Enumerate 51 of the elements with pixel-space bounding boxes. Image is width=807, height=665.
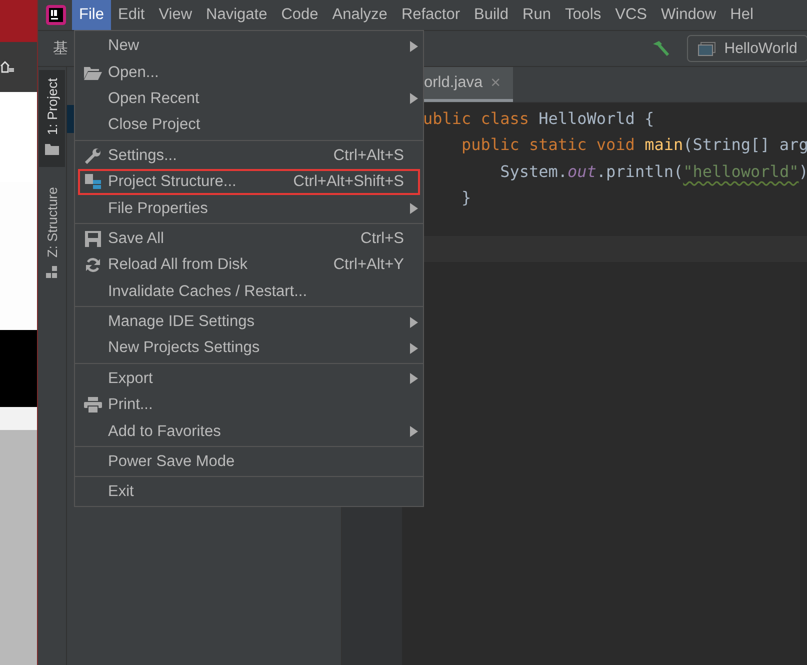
menu-item[interactable]: Settings... Ctrl+Alt+S: [78, 142, 420, 169]
tool-window-tab[interactable]: Z: Structure: [39, 179, 65, 290]
menu-bar-item[interactable]: Navigate: [199, 0, 274, 30]
folder-icon: [45, 143, 59, 156]
code-line: public static void main(String[] arg: [460, 134, 807, 156]
menu-item[interactable]: File Properties: [78, 195, 420, 222]
code-line: ublic class HelloWorld {: [423, 108, 656, 130]
menu-item[interactable]: Open Recent: [78, 86, 420, 112]
structure-icon: [46, 266, 58, 278]
menu-item[interactable]: Reload All from Disk Ctrl+Alt+Y: [78, 252, 420, 279]
run-configuration-dropdown[interactable]: HelloWorld: [687, 35, 807, 62]
menu-item[interactable]: Print...: [78, 392, 420, 418]
code-line: System.out.println("helloworld"): [499, 160, 807, 183]
menu-bar-item[interactable]: Edit: [110, 0, 152, 30]
project-breadcrumb[interactable]: 基: [53, 39, 68, 58]
project-structure-icon: [85, 174, 101, 190]
menu-item[interactable]: Power Save Mode: [78, 448, 420, 476]
menu-item[interactable]: Close Project: [78, 112, 420, 139]
code-line: }: [460, 186, 472, 209]
menu-bar-item[interactable]: Build: [467, 0, 516, 30]
menu-item[interactable]: Export: [78, 366, 420, 392]
menu-bar-item[interactable]: Refactor: [394, 0, 468, 30]
menu-bar-item[interactable]: View: [152, 0, 200, 30]
menu-bar-item[interactable]: Hel: [723, 0, 760, 30]
save-icon: [85, 230, 101, 247]
menu-item[interactable]: Manage IDE Settings: [78, 308, 420, 336]
menu-bar-item[interactable]: Code: [274, 0, 326, 30]
list-icon: [0, 60, 14, 74]
menu-bar-item[interactable]: Window: [654, 0, 724, 30]
app-logo-icon[interactable]: [46, 5, 66, 25]
menu-item[interactable]: Exit: [78, 479, 420, 506]
menu-bar-item[interactable]: VCS: [608, 0, 654, 30]
hammer-icon[interactable]: [651, 40, 672, 58]
menu-bar-item[interactable]: Analyze: [325, 0, 394, 30]
menu-item[interactable]: Save All Ctrl+S: [78, 226, 420, 252]
menu-item[interactable]: Invalidate Caches / Restart...: [78, 278, 420, 305]
menu-item[interactable]: Add to Favorites: [78, 418, 420, 445]
tool-window-tab[interactable]: 1: Project: [39, 70, 65, 168]
menu-item[interactable]: Open...: [78, 59, 420, 86]
window-icon: [698, 42, 716, 56]
menu-item[interactable]: Project Structure... Ctrl+Alt+Shift+S: [78, 168, 420, 196]
menu-item[interactable]: New: [78, 33, 420, 60]
wrench-icon: [85, 148, 101, 164]
menu-bar-item[interactable]: Run: [516, 0, 558, 30]
menu-item[interactable]: New Projects Settings: [78, 335, 420, 362]
printer-icon: [84, 397, 102, 414]
menu-bar-item[interactable]: Tools: [558, 0, 608, 30]
reload-icon: [85, 257, 101, 274]
tab-label: orld.java: [424, 74, 483, 92]
menu-bar-item[interactable]: File: [72, 0, 111, 30]
folder-icon: [84, 66, 102, 80]
